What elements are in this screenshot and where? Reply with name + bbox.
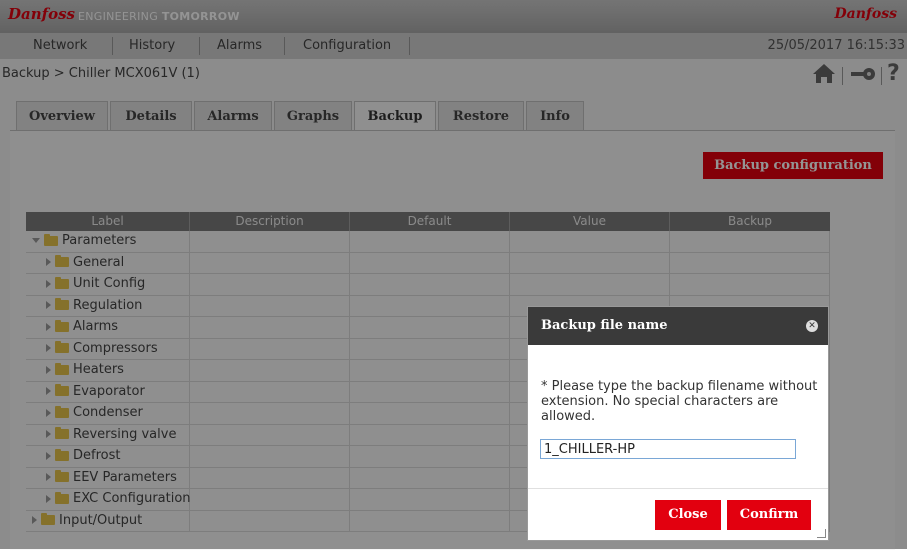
dialog-titlebar: Backup file name ✕	[528, 307, 828, 345]
confirm-button[interactable]: Confirm	[727, 500, 811, 530]
dialog-divider	[528, 488, 828, 489]
dialog-title: Backup file name	[541, 318, 668, 333]
backup-filename-dialog: Backup file name ✕ * Please type the bac…	[527, 306, 829, 541]
backup-filename-input[interactable]	[540, 439, 796, 459]
resize-handle[interactable]	[817, 529, 826, 538]
app-window: Danfoss ENGINEERING TOMORROW Danfoss Net…	[0, 0, 907, 550]
close-icon[interactable]: ✕	[806, 320, 818, 332]
dialog-message: * Please type the backup filename withou…	[541, 379, 818, 424]
close-button[interactable]: Close	[655, 500, 721, 530]
